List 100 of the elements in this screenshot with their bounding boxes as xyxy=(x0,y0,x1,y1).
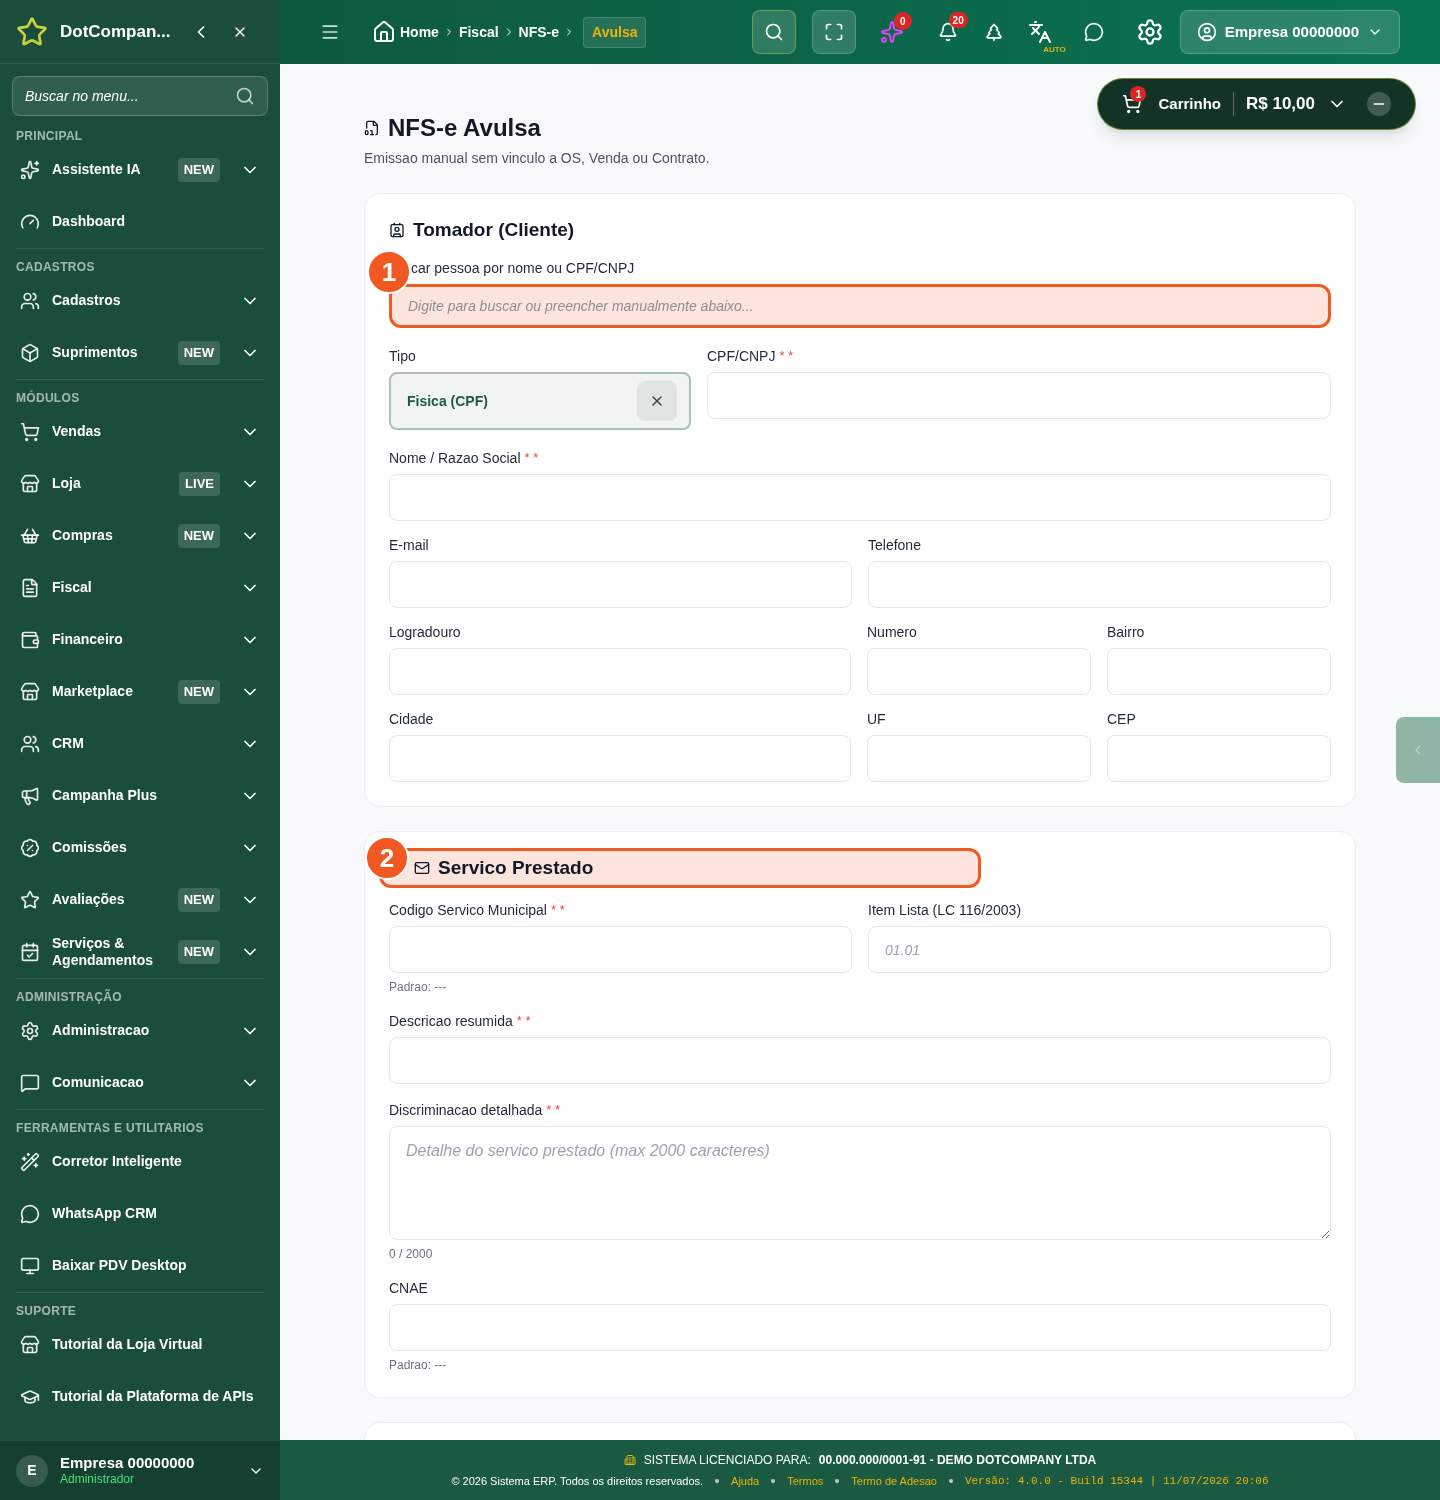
input-field[interactable] xyxy=(1107,735,1331,782)
sidebar-item[interactable]: Comissões xyxy=(0,822,280,874)
sidebar-item[interactable]: Marketplace NEW xyxy=(0,666,280,718)
breadcrumb-link[interactable]: NFS-e xyxy=(518,21,560,43)
notification-icon[interactable] xyxy=(937,22,958,42)
required-mark: * * xyxy=(546,1101,561,1120)
input-field[interactable] xyxy=(389,648,851,695)
search-button[interactable] xyxy=(751,10,796,54)
sidebar-item-tag: NEW xyxy=(177,341,220,365)
account-button[interactable]: Empresa 00000000 xyxy=(1179,10,1400,54)
sidebar-item-tag: NEW xyxy=(177,158,220,182)
users-icon xyxy=(20,734,40,754)
user-name: Empresa 00000000 xyxy=(60,1453,196,1473)
sidebar-item[interactable]: Comunicacao xyxy=(0,1057,280,1109)
count-badge: 20 xyxy=(948,12,968,28)
field-hint: Padrao: --- xyxy=(389,979,448,995)
sidebar-item-label: Compras xyxy=(52,527,114,545)
sidebar-item[interactable]: Campanha Plus xyxy=(0,770,280,822)
sidebar-item[interactable]: Serviços & Agendamentos NEW xyxy=(0,926,280,978)
sidebar-item[interactable]: Vendas xyxy=(0,406,280,458)
sidebar-item[interactable]: Suprimentos NEW xyxy=(0,327,280,379)
field-label: Numero xyxy=(867,622,917,642)
store-icon xyxy=(20,474,40,494)
highlighted-search-field[interactable]: Digite para buscar ou preencher manualmente abaixo... xyxy=(389,284,1331,328)
sidebar-item[interactable]: Compras NEW xyxy=(0,510,280,562)
sidebar-item-label: Serviços & Agendamentos xyxy=(52,934,155,970)
clear-button[interactable] xyxy=(637,381,677,421)
input-field[interactable] xyxy=(1107,648,1331,695)
copyright-text: © 2026 Sistema ERP. Todos os direitos reservados. xyxy=(451,1473,704,1489)
breadcrumb-link[interactable]: Fiscal xyxy=(458,21,499,43)
count-badge: 0 xyxy=(893,12,912,30)
box-icon xyxy=(20,343,40,363)
sidebar-item-label: Comissões xyxy=(52,839,128,857)
sidebar-item[interactable]: Cadastros xyxy=(0,275,280,327)
input-field[interactable] xyxy=(389,474,1331,521)
sidebar-item[interactable]: Loja LIVE xyxy=(0,458,280,510)
footer-link[interactable]: Termo de Adesao xyxy=(851,1472,937,1490)
search-input[interactable]: Buscar no menu... xyxy=(25,85,235,107)
user-role: Administrador xyxy=(60,1472,136,1488)
sidebar-item[interactable]: CRM xyxy=(0,718,280,770)
sidebar-item-label: Avaliações xyxy=(52,891,126,909)
sidebar-section-title: ADMINISTRAÇÃO xyxy=(15,988,123,1005)
sidebar-item[interactable]: Avaliações NEW xyxy=(0,874,280,926)
sidebar-item[interactable]: Corretor Inteligente xyxy=(0,1136,280,1188)
user-panel[interactable]: E Empresa 00000000 Administrador xyxy=(0,1440,280,1500)
search-field[interactable]: Buscar no menu... xyxy=(12,76,268,116)
search-icon xyxy=(763,22,784,42)
input-field[interactable] xyxy=(389,735,851,782)
minimize-icon[interactable] xyxy=(1367,92,1391,116)
input-field[interactable] xyxy=(389,561,852,608)
sidebar-item[interactable]: Financeiro xyxy=(0,614,280,666)
settings-icon[interactable] xyxy=(1135,18,1164,46)
chat-bubble-icon[interactable] xyxy=(1083,22,1104,42)
sidebar-item[interactable]: Administracao xyxy=(0,1005,280,1057)
tree-icon[interactable] xyxy=(983,22,1004,42)
sidebar-item[interactable]: Baixar PDV Desktop xyxy=(0,1240,280,1292)
store-icon xyxy=(20,682,40,702)
sidebar-section-title: MÓDULOS xyxy=(15,389,81,406)
breadcrumb-link[interactable]: Home xyxy=(400,21,439,43)
textarea-field[interactable]: Detalhe do servico prestado (max 2000 caracteres) xyxy=(389,1126,1331,1240)
input-field[interactable] xyxy=(389,1037,1331,1084)
input-field[interactable]: 01.01 xyxy=(868,926,1331,973)
footer-link[interactable]: Ajuda xyxy=(731,1472,760,1490)
sidebar-item[interactable]: WhatsApp CRM xyxy=(0,1188,280,1240)
field-label: UF xyxy=(867,709,886,729)
sidebar-item[interactable]: Tutorial da Loja Virtual xyxy=(0,1319,280,1371)
translate-icon[interactable] xyxy=(1027,20,1052,44)
input-field[interactable] xyxy=(707,372,1331,419)
select-field[interactable]: Fisica (CPF) xyxy=(389,372,691,430)
sidebar-item[interactable]: Tutorial da Plataforma de APIs xyxy=(0,1371,280,1423)
footer-link[interactable]: Termos xyxy=(787,1472,824,1490)
input-field[interactable] xyxy=(868,561,1331,608)
sidebar-item[interactable]: Dashboard xyxy=(0,196,280,248)
input-field[interactable] xyxy=(389,926,852,973)
input-field[interactable] xyxy=(867,648,1091,695)
document-icon xyxy=(364,120,380,136)
field-hint: Padrao: --- xyxy=(389,1357,448,1373)
sidebar-item[interactable]: Fiscal xyxy=(0,562,280,614)
gauge-icon xyxy=(20,212,40,232)
sidebar-item-label: Corretor Inteligente xyxy=(52,1153,183,1171)
star-logo-icon xyxy=(16,15,48,48)
search-icon xyxy=(235,86,255,106)
sidebar-section-title: CADASTROS xyxy=(15,259,96,275)
sidebar-item-label: Suprimentos xyxy=(52,344,139,362)
input-field[interactable] xyxy=(389,1304,1331,1351)
users-icon xyxy=(20,291,40,311)
input-field[interactable] xyxy=(867,735,1091,782)
envelope-icon xyxy=(414,860,430,876)
menu-icon[interactable] xyxy=(320,22,340,42)
cart-widget[interactable]: 1 Carrinho R$ 10,00 xyxy=(1097,78,1416,130)
sidebar-item-label: Comunicacao xyxy=(52,1074,145,1092)
store-icon xyxy=(20,1335,40,1355)
field-label: Nome / Razao Social xyxy=(389,448,521,468)
required-mark: * * xyxy=(524,449,539,468)
sidebar-item-label: Loja xyxy=(52,475,82,493)
sidebar-item[interactable]: Assistente IA NEW xyxy=(0,144,280,196)
section-title: Servico Prestado xyxy=(438,855,594,880)
fullscreen-button[interactable] xyxy=(811,10,856,54)
home-icon xyxy=(372,20,396,44)
user-icon xyxy=(1196,22,1217,42)
